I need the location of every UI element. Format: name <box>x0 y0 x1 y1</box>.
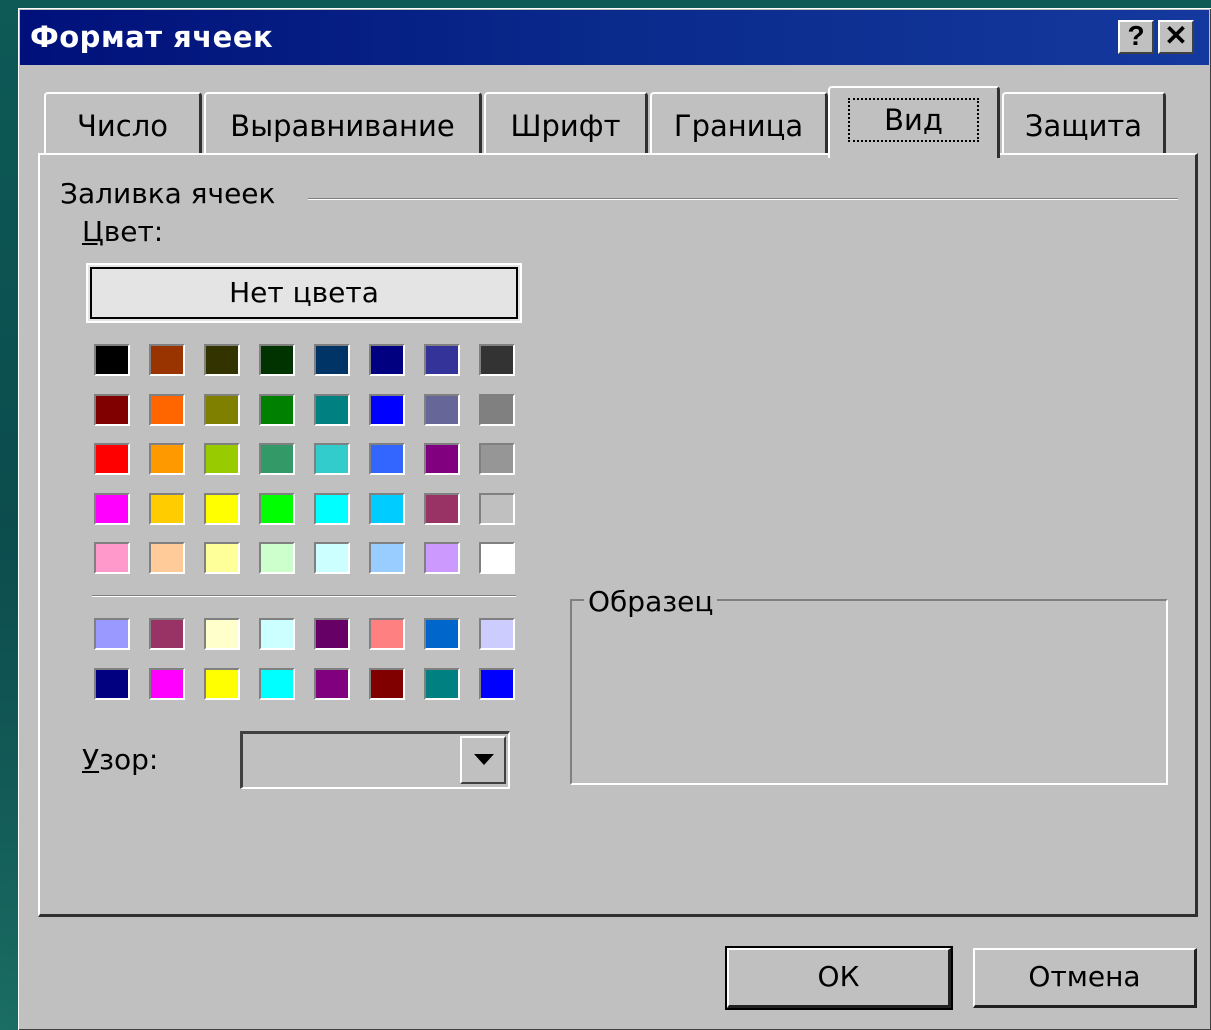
color-swatch[interactable] <box>259 542 295 574</box>
color-swatch[interactable] <box>314 542 350 574</box>
color-swatch[interactable] <box>94 542 130 574</box>
color-swatch[interactable] <box>424 668 460 700</box>
color-swatch[interactable] <box>369 493 405 525</box>
tab-label: Вид <box>848 98 979 142</box>
color-swatch[interactable] <box>94 668 130 700</box>
close-button[interactable]: ✕ <box>1158 20 1194 54</box>
tab-border[interactable]: Граница <box>650 92 828 154</box>
color-swatch[interactable] <box>149 542 185 574</box>
tab-font[interactable]: Шрифт <box>484 92 648 154</box>
sample-label: Образец <box>584 585 718 618</box>
color-swatch[interactable] <box>369 668 405 700</box>
color-swatch[interactable] <box>424 394 460 426</box>
color-swatch[interactable] <box>424 618 460 650</box>
tab-number[interactable]: Число <box>44 92 202 154</box>
color-swatch[interactable] <box>314 394 350 426</box>
color-swatch[interactable] <box>479 618 515 650</box>
color-swatch[interactable] <box>259 344 295 376</box>
dialog-title: Формат ячеек <box>30 20 274 54</box>
tab-label: Выравнивание <box>230 109 455 143</box>
color-swatch[interactable] <box>204 493 240 525</box>
color-swatch[interactable] <box>259 668 295 700</box>
color-swatch[interactable] <box>204 542 240 574</box>
chevron-down-icon[interactable] <box>460 736 506 784</box>
color-swatch[interactable] <box>94 618 130 650</box>
sample-preview <box>570 599 1168 785</box>
pattern-label: Узор: <box>82 743 158 776</box>
color-swatch[interactable] <box>369 443 405 475</box>
color-swatch[interactable] <box>479 394 515 426</box>
color-swatch[interactable] <box>479 542 515 574</box>
format-cells-dialog: Формат ячеек ? ✕ Число Выравнивание Шриф… <box>18 8 1211 1030</box>
tab-label: Граница <box>673 109 804 143</box>
color-swatch[interactable] <box>369 394 405 426</box>
help-button[interactable]: ? <box>1118 20 1154 54</box>
tab-alignment[interactable]: Выравнивание <box>204 92 482 154</box>
color-swatch[interactable] <box>314 668 350 700</box>
color-swatch[interactable] <box>369 542 405 574</box>
color-swatch[interactable] <box>479 344 515 376</box>
color-swatch[interactable] <box>94 443 130 475</box>
color-swatch[interactable] <box>94 394 130 426</box>
tab-label: Число <box>77 109 168 143</box>
group-divider <box>308 198 1178 200</box>
color-swatch[interactable] <box>314 493 350 525</box>
cell-shading-group-label: Заливка ячеек <box>60 177 276 210</box>
color-swatch[interactable] <box>204 443 240 475</box>
color-swatch[interactable] <box>479 668 515 700</box>
color-swatch[interactable] <box>369 344 405 376</box>
color-swatch[interactable] <box>204 394 240 426</box>
pattern-dropdown[interactable] <box>240 731 510 789</box>
title-bar[interactable]: Формат ячеек ? ✕ <box>20 10 1209 65</box>
tab-panel-patterns: Заливка ячеек Цвет: Нет цвета Узор: Обра… <box>38 153 1198 917</box>
palette-divider <box>92 595 516 597</box>
color-swatch[interactable] <box>424 542 460 574</box>
color-swatch[interactable] <box>314 443 350 475</box>
color-swatch[interactable] <box>424 443 460 475</box>
color-swatch[interactable] <box>424 493 460 525</box>
color-swatch[interactable] <box>204 618 240 650</box>
tab-patterns[interactable]: Вид <box>828 86 1000 158</box>
color-label-rest: вет: <box>103 215 164 248</box>
color-label-accel: Ц <box>82 215 104 248</box>
color-swatch[interactable] <box>479 493 515 525</box>
color-swatch[interactable] <box>149 493 185 525</box>
color-swatch[interactable] <box>149 344 185 376</box>
color-swatch[interactable] <box>204 668 240 700</box>
color-swatch[interactable] <box>314 344 350 376</box>
color-swatch[interactable] <box>369 618 405 650</box>
no-color-button[interactable]: Нет цвета <box>86 263 522 323</box>
color-swatch[interactable] <box>94 344 130 376</box>
color-swatch[interactable] <box>94 493 130 525</box>
pattern-label-accel: У <box>82 743 100 776</box>
color-swatch[interactable] <box>149 668 185 700</box>
color-swatch[interactable] <box>259 493 295 525</box>
color-swatch[interactable] <box>259 443 295 475</box>
color-swatch[interactable] <box>149 394 185 426</box>
tab-label: Защита <box>1024 109 1143 143</box>
color-swatch[interactable] <box>314 618 350 650</box>
color-swatch[interactable] <box>149 443 185 475</box>
color-label: Цвет: <box>82 215 163 248</box>
color-swatch[interactable] <box>259 618 295 650</box>
color-swatch[interactable] <box>479 443 515 475</box>
ok-button[interactable]: ОК <box>725 946 953 1010</box>
color-swatch[interactable] <box>424 344 460 376</box>
cancel-button[interactable]: Отмена <box>973 948 1197 1008</box>
color-swatch[interactable] <box>204 344 240 376</box>
color-swatch[interactable] <box>259 394 295 426</box>
color-swatch[interactable] <box>149 618 185 650</box>
tab-label: Шрифт <box>510 109 621 143</box>
pattern-label-rest: зор: <box>99 743 159 776</box>
tab-protection[interactable]: Защита <box>1002 92 1166 154</box>
